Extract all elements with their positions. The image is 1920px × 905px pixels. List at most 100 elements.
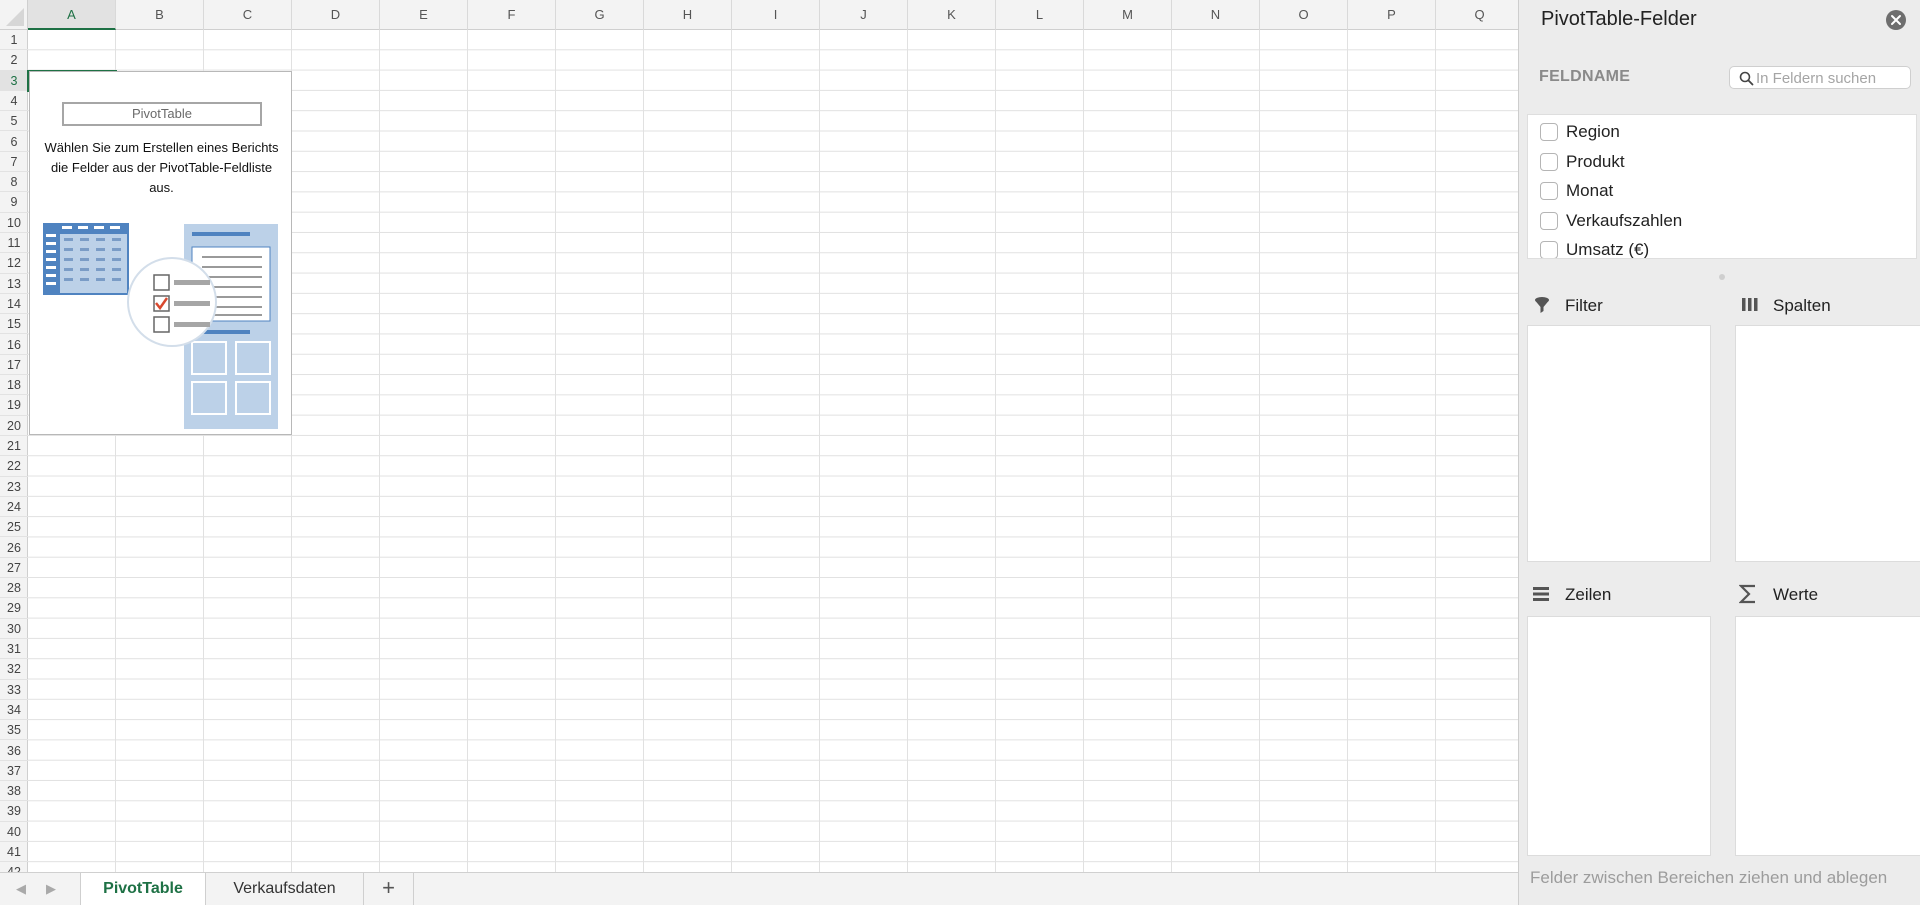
column-header-q[interactable]: Q: [1436, 0, 1518, 30]
row-header-4[interactable]: 4: [0, 91, 28, 112]
row-header-14[interactable]: 14: [0, 294, 28, 315]
column-headers: ABCDEFGHIJKLMNOPQ: [28, 0, 1518, 30]
field-item-verkaufszahlen[interactable]: Verkaufszahlen: [1528, 206, 1916, 234]
row-header-9[interactable]: 9: [0, 192, 28, 213]
row-header-6[interactable]: 6: [0, 132, 28, 152]
field-item-region[interactable]: Region: [1528, 117, 1916, 145]
row-header-18[interactable]: 18: [0, 375, 28, 396]
row-header-40[interactable]: 40: [0, 822, 28, 842]
pane-splitter-handle[interactable]: [1719, 274, 1725, 280]
rows-drop-zone[interactable]: [1527, 616, 1711, 856]
field-name-label: FELDNAME: [1539, 68, 1631, 85]
row-header-39[interactable]: 39: [0, 801, 28, 822]
sheet-tab-bar: ◀ ▶ PivotTable Verkaufsdaten +: [0, 872, 1518, 905]
row-header-33[interactable]: 33: [0, 680, 28, 700]
sheet-tab-pivottable[interactable]: PivotTable: [80, 873, 206, 905]
row-header-5[interactable]: 5: [0, 111, 28, 132]
row-header-8[interactable]: 8: [0, 172, 28, 193]
field-checkbox[interactable]: [1540, 153, 1558, 171]
row-header-34[interactable]: 34: [0, 700, 28, 721]
row-header-16[interactable]: 16: [0, 335, 28, 355]
column-header-c[interactable]: C: [204, 0, 292, 30]
row-header-41[interactable]: 41: [0, 842, 28, 863]
row-header-36[interactable]: 36: [0, 741, 28, 761]
column-header-d[interactable]: D: [292, 0, 380, 30]
row-header-21[interactable]: 21: [0, 436, 28, 457]
column-header-h[interactable]: H: [644, 0, 732, 30]
row-header-35[interactable]: 35: [0, 720, 28, 741]
close-pane-button[interactable]: [1886, 10, 1906, 30]
row-header-3[interactable]: 3: [0, 70, 28, 91]
field-item-umsatz[interactable]: Umsatz (€): [1528, 235, 1916, 258]
row-header-27[interactable]: 27: [0, 558, 28, 579]
rows-icon: [1533, 587, 1549, 601]
field-checkbox[interactable]: [1540, 212, 1558, 230]
column-header-b[interactable]: B: [116, 0, 204, 30]
field-checkbox[interactable]: [1540, 123, 1558, 141]
add-sheet-button[interactable]: +: [364, 873, 414, 905]
row-header-10[interactable]: 10: [0, 213, 28, 233]
row-header-28[interactable]: 28: [0, 578, 28, 599]
row-header-23[interactable]: 23: [0, 477, 28, 497]
row-header-11[interactable]: 11: [0, 233, 28, 254]
row-header-12[interactable]: 12: [0, 253, 28, 274]
row-header-13[interactable]: 13: [0, 274, 28, 294]
row-header-42[interactable]: 42: [0, 862, 28, 872]
field-label: Monat: [1566, 181, 1614, 200]
field-checkbox[interactable]: [1540, 241, 1558, 258]
pivottable-fields-pane: PivotTable-Felder FELDNAME Region Produk…: [1518, 0, 1920, 905]
next-sheet-icon[interactable]: ▶: [46, 881, 56, 897]
column-header-n[interactable]: N: [1172, 0, 1260, 30]
excel-window: ABCDEFGHIJKLMNOPQ 1 2 3 4 5 6 7 8 9 10 11 12 13 14 15 1…: [0, 0, 1920, 905]
columns-icon: [1742, 298, 1758, 311]
row-header-26[interactable]: 26: [0, 538, 28, 558]
row-header-31[interactable]: 31: [0, 639, 28, 660]
column-header-a[interactable]: A: [28, 0, 116, 30]
row-header-38[interactable]: 38: [0, 781, 28, 802]
field-search[interactable]: [1729, 66, 1911, 89]
field-item-produkt[interactable]: Produkt: [1528, 147, 1916, 175]
field-checkbox[interactable]: [1540, 182, 1558, 200]
values-drop-zone[interactable]: [1735, 616, 1920, 856]
field-label: Produkt: [1566, 152, 1625, 171]
row-header-7[interactable]: 7: [0, 152, 28, 173]
column-header-m[interactable]: M: [1084, 0, 1172, 30]
column-header-l[interactable]: L: [996, 0, 1084, 30]
row-header-20[interactable]: 20: [0, 416, 28, 436]
column-header-p[interactable]: P: [1348, 0, 1436, 30]
select-all-corner[interactable]: [0, 0, 28, 30]
worksheet: ABCDEFGHIJKLMNOPQ 1 2 3 4 5 6 7 8 9 10 11 12 13 14 15 1…: [0, 0, 1518, 872]
row-header-19[interactable]: 19: [0, 395, 28, 416]
pivottable-instructions: Wählen Sie zum Erstellen eines Berichts …: [44, 140, 279, 195]
search-icon: [1739, 71, 1754, 86]
row-header-24[interactable]: 24: [0, 497, 28, 518]
row-header-29[interactable]: 29: [0, 598, 28, 619]
row-headers: 1 2 3 4 5 6 7 8 9 10 11 12 13 14 15 16 17 18 19 20 21 22 23 24 2…: [0, 30, 28, 872]
column-header-j[interactable]: J: [820, 0, 908, 30]
row-header-1[interactable]: 1: [0, 30, 28, 51]
previous-sheet-icon[interactable]: ◀: [16, 881, 26, 897]
column-header-k[interactable]: K: [908, 0, 996, 30]
column-header-o[interactable]: O: [1260, 0, 1348, 30]
row-header-17[interactable]: 17: [0, 355, 28, 376]
row-header-22[interactable]: 22: [0, 456, 28, 477]
close-icon: [1891, 15, 1901, 25]
column-header-f[interactable]: F: [468, 0, 556, 30]
row-header-37[interactable]: 37: [0, 761, 28, 782]
pivottable-placeholder[interactable]: PivotTable Wählen Sie zum Erstellen eine…: [29, 71, 292, 435]
columns-drop-zone[interactable]: [1735, 325, 1920, 562]
row-header-25[interactable]: 25: [0, 517, 28, 538]
filter-drop-zone[interactable]: [1527, 325, 1711, 562]
pivottable-title: PivotTable: [62, 102, 262, 126]
column-header-g[interactable]: G: [556, 0, 644, 30]
filter-area-label: Filter: [1565, 296, 1603, 315]
field-item-monat[interactable]: Monat: [1528, 176, 1916, 204]
row-header-32[interactable]: 32: [0, 659, 28, 680]
search-input[interactable]: [1756, 69, 1906, 87]
sheet-tab-verkaufsdaten[interactable]: Verkaufsdaten: [206, 873, 364, 905]
row-header-30[interactable]: 30: [0, 619, 28, 639]
row-header-15[interactable]: 15: [0, 314, 28, 335]
row-header-2[interactable]: 2: [0, 50, 28, 71]
column-header-e[interactable]: E: [380, 0, 468, 30]
column-header-i[interactable]: I: [732, 0, 820, 30]
